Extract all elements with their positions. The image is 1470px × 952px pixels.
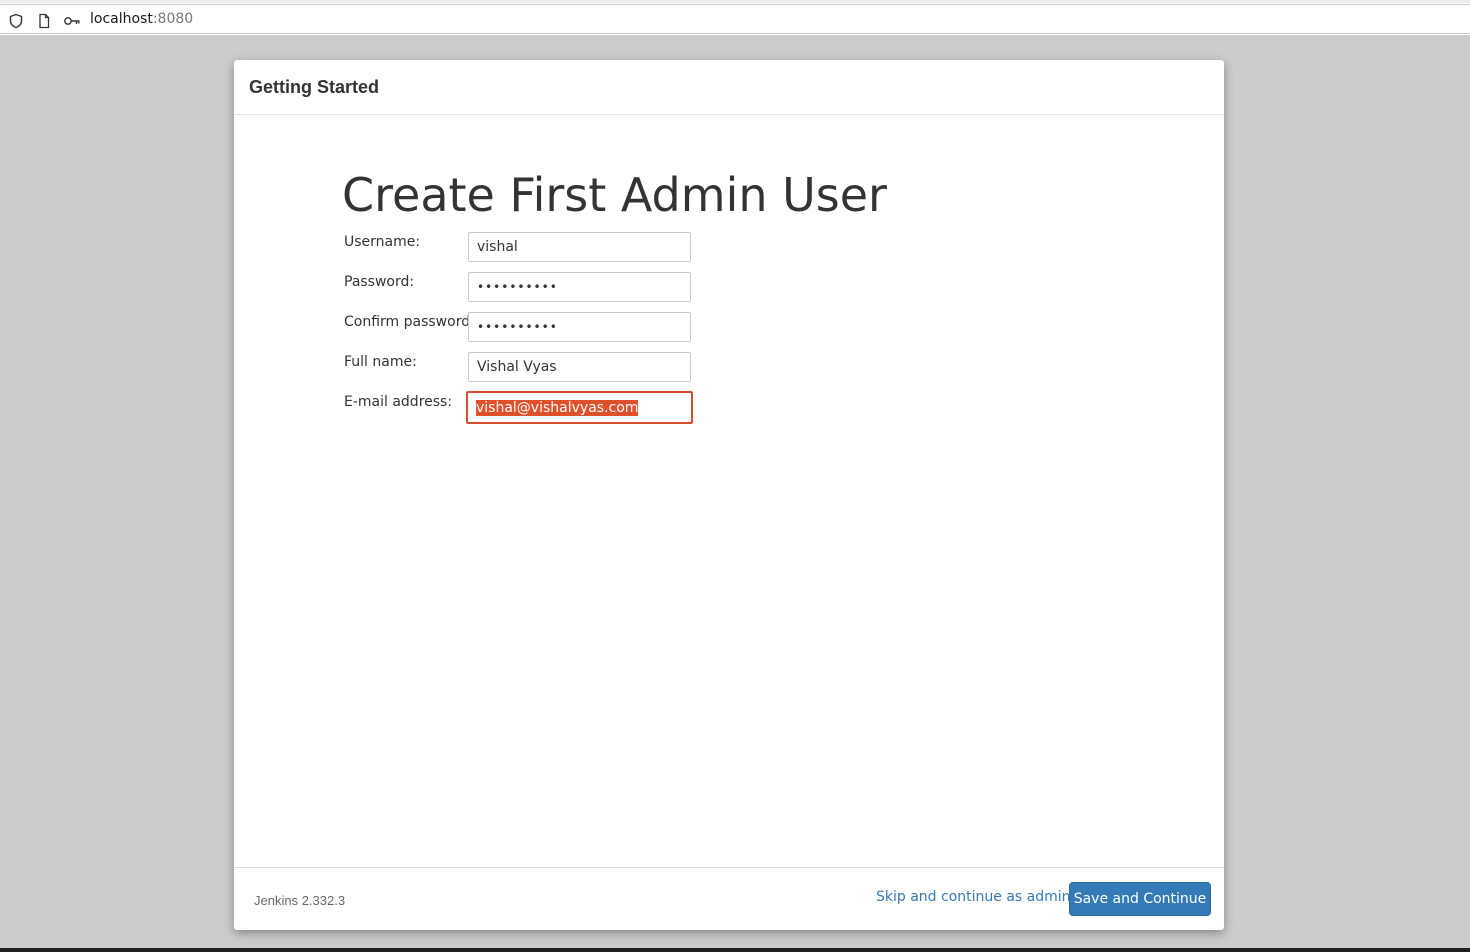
- username-label: Username:: [344, 234, 421, 250]
- url-port: :8080: [152, 11, 194, 27]
- username-field[interactable]: [468, 232, 691, 262]
- email-field[interactable]: vishal@vishalvyas.com: [466, 391, 693, 424]
- url-field[interactable]: localhost:8080: [0, 4, 1470, 34]
- page-icon[interactable]: [36, 13, 52, 29]
- dialog-footer: Jenkins 2.332.3 Skip and continue as adm…: [234, 867, 1224, 930]
- confirm-password-label: Confirm password:: [344, 314, 475, 330]
- full-name-field[interactable]: [468, 352, 691, 382]
- browser-address-bar: localhost:8080: [0, 0, 1470, 36]
- screen-bottom-edge: [0, 948, 1470, 952]
- email-label: E-mail address:: [344, 394, 453, 410]
- password-label: Password:: [344, 274, 415, 290]
- password-field[interactable]: [468, 272, 691, 302]
- setup-wizard-dialog: Getting Started Create First Admin User …: [234, 60, 1224, 930]
- page-title: Create First Admin User: [342, 168, 887, 222]
- url-host: localhost: [90, 11, 153, 27]
- dialog-title: Getting Started: [249, 77, 380, 97]
- full-name-label: Full name:: [344, 354, 417, 370]
- url-text[interactable]: localhost:8080: [90, 11, 193, 27]
- confirm-password-field[interactable]: [468, 312, 691, 342]
- email-selected-text: vishal@vishalvyas.com: [476, 399, 639, 416]
- dialog-body: Create First Admin User Username: Passwo…: [234, 115, 1224, 867]
- key-icon[interactable]: [63, 13, 81, 29]
- dialog-header: Getting Started: [234, 60, 1224, 115]
- save-continue-button[interactable]: Save and Continue: [1069, 882, 1211, 916]
- version-label: Jenkins 2.332.3: [254, 893, 346, 908]
- skip-continue-link[interactable]: Skip and continue as admin: [876, 889, 1071, 905]
- shield-icon[interactable]: [8, 13, 24, 29]
